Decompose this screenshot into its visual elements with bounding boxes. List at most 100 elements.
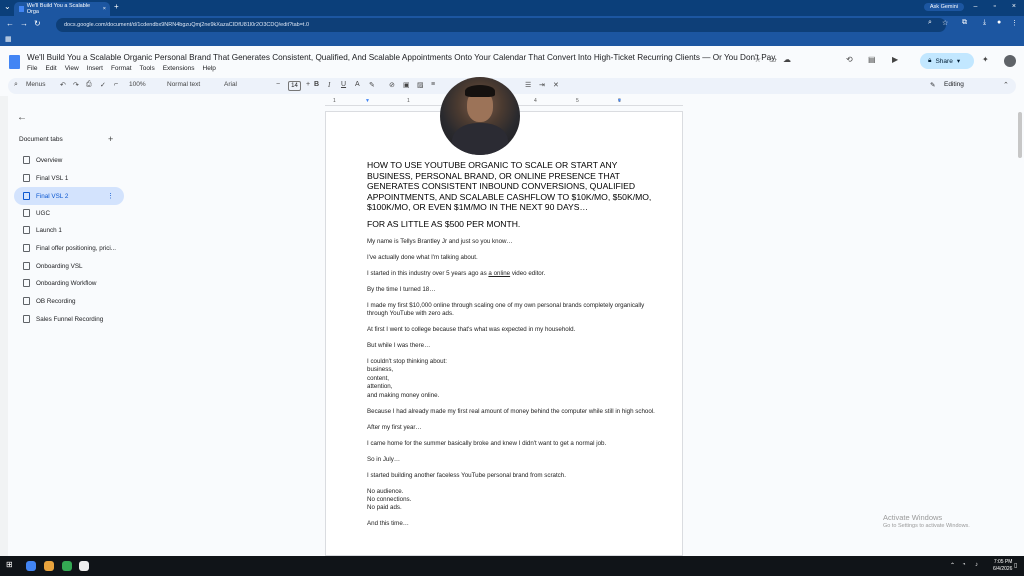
menu-edit[interactable]: Edit — [45, 65, 56, 72]
collapse-toolbar-icon[interactable]: ⌃ — [1003, 81, 1009, 89]
paint-format-icon[interactable]: ⌐ — [114, 81, 118, 88]
gemini-icon[interactable]: ✦ — [982, 55, 989, 64]
font-size-field[interactable]: 14 — [288, 81, 301, 91]
menu-view[interactable]: View — [65, 65, 79, 72]
document-body[interactable]: HOW TO USE YOUTUBE ORGANIC TO SCALE OR S… — [367, 160, 657, 536]
spellcheck-icon[interactable]: ✓ — [100, 81, 106, 89]
move-folder-icon[interactable]: ▭ — [769, 55, 777, 64]
share-dropdown-icon[interactable]: ▾ — [957, 57, 960, 65]
clear-format-icon[interactable]: ✕ — [553, 81, 559, 89]
meet-icon[interactable]: ▶ — [892, 55, 898, 64]
tab-search-icon[interactable]: ⌄ — [4, 2, 11, 11]
browser-tab[interactable]: We'll Build You a Scalable Orga × — [14, 2, 110, 16]
notifications-icon[interactable]: ▯ — [1014, 562, 1017, 569]
redo-icon[interactable]: ↷ — [73, 81, 79, 89]
url-field[interactable]: docs.google.com/document/d/1cdendbx9NRN4… — [56, 18, 946, 32]
doc-tab-final-offer[interactable]: Final offer positioning, prici... — [14, 239, 124, 257]
tab-options-icon[interactable]: ⋮ — [107, 192, 114, 200]
underline-icon[interactable]: U — [341, 81, 346, 88]
app-taskbar-icon[interactable] — [62, 561, 72, 571]
minimize-icon[interactable]: – — [974, 3, 978, 10]
doc-tab-sales-funnel-recording[interactable]: Sales Funnel Recording — [14, 310, 124, 328]
doc-tab-overview[interactable]: Overview — [14, 151, 124, 169]
reload-icon[interactable]: ↻ — [34, 19, 41, 28]
windows-start-icon[interactable]: ⊞ — [6, 560, 13, 569]
maximize-icon[interactable]: ▫ — [993, 3, 995, 10]
doc-tab-final-vsl-1[interactable]: Final VSL 1 — [14, 169, 124, 187]
avatar[interactable] — [1004, 55, 1016, 67]
doc-tab-launch-1[interactable]: Launch 1 — [14, 221, 124, 239]
close-sidebar-back-icon[interactable]: ← — [17, 112, 27, 123]
menu-tools[interactable]: Tools — [140, 65, 155, 72]
chrome-taskbar-icon[interactable] — [26, 561, 36, 571]
profile-icon[interactable]: ● — [997, 19, 1001, 26]
doc-tab-onboarding-vsl[interactable]: Onboarding VSL — [14, 257, 124, 275]
undo-icon[interactable]: ↶ — [60, 81, 66, 89]
app2-taskbar-icon[interactable] — [79, 561, 89, 571]
doc-tab-final-vsl-2[interactable]: Final VSL 2 ⋮ — [14, 187, 124, 205]
align-icon[interactable]: ≡ — [431, 81, 435, 88]
extensions-icon[interactable]: ⧉ — [962, 19, 967, 27]
history-icon[interactable]: ⟲ — [846, 55, 853, 64]
scrollbar-thumb[interactable] — [1018, 112, 1022, 158]
doc-tab-ugc[interactable]: UGC — [14, 204, 124, 222]
share-button[interactable]: 🔒︎ Share ▾ — [920, 53, 974, 69]
decrease-font-icon[interactable]: − — [276, 81, 280, 88]
menu-extensions[interactable]: Extensions — [163, 65, 195, 72]
cloud-saved-icon: ☁ — [783, 55, 791, 64]
new-tab-icon[interactable]: + — [114, 2, 119, 11]
bookmark-star-icon[interactable]: ☆ — [942, 19, 948, 27]
ask-gemini-button[interactable]: Ask Gemini — [923, 3, 964, 11]
bookmarks-bar: ▦ — [0, 34, 1024, 46]
indent-marker-icon[interactable]: ▼ — [365, 98, 370, 104]
increase-font-icon[interactable]: + — [306, 81, 310, 88]
clock-time: 7:05 PM — [993, 559, 1013, 565]
image-icon[interactable]: ▨ — [417, 81, 424, 89]
doc-tab-label: Sales Funnel Recording — [36, 315, 104, 323]
print-icon[interactable]: ⎙ — [86, 81, 92, 89]
zoom-select[interactable]: 100% — [129, 81, 146, 88]
browser-menu-icon[interactable]: ⋮ — [1011, 19, 1018, 27]
close-window-icon[interactable]: × — [1012, 3, 1016, 10]
indent-icon[interactable]: ⇥ — [539, 81, 545, 89]
wifi-icon[interactable]: ◔ — [962, 562, 966, 568]
search-menus-icon[interactable]: ⌕ — [14, 81, 18, 89]
volume-icon[interactable]: ♪ — [975, 562, 978, 568]
link-icon[interactable]: ⊘ — [389, 81, 395, 89]
add-tab-icon[interactable]: + — [108, 134, 113, 144]
star-icon[interactable]: ☆ — [754, 55, 761, 64]
docs-logo-icon[interactable] — [9, 55, 20, 69]
zoom-icon[interactable]: ⌕ — [928, 19, 932, 27]
highlight-icon[interactable]: ✎ — [369, 81, 375, 89]
forward-icon[interactable]: → — [20, 19, 28, 28]
taskbar-clock[interactable]: 7:05 PM 6/4/2026 — [993, 559, 1012, 573]
bold-icon[interactable]: B — [314, 81, 319, 88]
right-indent-marker-icon[interactable]: ▼ — [617, 98, 622, 104]
apps-grid-icon[interactable]: ▦ — [5, 35, 12, 43]
doc-tab-ob-recording[interactable]: OB Recording — [14, 292, 124, 310]
editing-mode-select[interactable]: Editing — [944, 81, 964, 88]
document-title[interactable]: We'll Build You a Scalable Organic Perso… — [27, 53, 777, 62]
menu-format[interactable]: Format — [111, 65, 132, 72]
file-explorer-taskbar-icon[interactable] — [44, 561, 54, 571]
back-icon[interactable]: ← — [6, 19, 14, 28]
style-select[interactable]: Normal text — [167, 81, 200, 88]
download-icon[interactable]: ⤓ — [983, 19, 986, 27]
text-color-icon[interactable]: A — [355, 81, 360, 88]
menu-file[interactable]: File — [27, 65, 37, 72]
bullet-list-icon[interactable]: ☰ — [525, 81, 531, 89]
menus-search[interactable]: Menus — [26, 81, 46, 88]
comment-icon[interactable]: ▣ — [403, 81, 410, 89]
paragraph: I came home for the summer basically bro… — [367, 439, 607, 447]
tray-chevron-icon[interactable]: ⌃ — [950, 562, 955, 569]
doc-tab-onboarding-workflow[interactable]: Onboarding Workflow — [14, 274, 124, 292]
italic-icon[interactable]: I — [328, 81, 330, 89]
font-select[interactable]: Arial — [224, 81, 237, 88]
comments-icon[interactable]: ▤ — [868, 55, 876, 64]
vertical-scrollbar[interactable] — [1017, 100, 1023, 556]
paragraph: I started building another faceless YouT… — [367, 471, 566, 479]
close-tab-icon[interactable]: × — [103, 6, 106, 12]
menu-help[interactable]: Help — [203, 65, 216, 72]
spelling-underlined-text[interactable]: a online — [488, 270, 510, 277]
menu-insert[interactable]: Insert — [87, 65, 103, 72]
